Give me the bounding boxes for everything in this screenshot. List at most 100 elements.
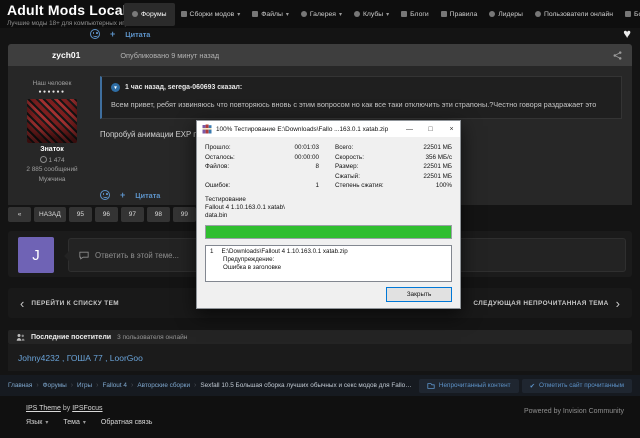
breadcrumb-separator: › [194, 382, 196, 389]
quote-button[interactable]: Цитата [135, 191, 160, 200]
nav-item-leaders[interactable]: Лидеры [483, 7, 529, 22]
chevron-down-icon: ▾ [339, 11, 342, 18]
minimize-button[interactable]: — [401, 121, 418, 137]
page-button-97[interactable]: 97 [121, 207, 144, 222]
stat-label: Ошибок: [205, 181, 263, 191]
close-button[interactable]: Закрыть [386, 287, 452, 302]
language-label: Язык [26, 419, 42, 426]
first-page-button[interactable]: « [8, 207, 31, 222]
theme-select[interactable]: Тема▾ [63, 419, 86, 426]
react-smiley-icon[interactable] [90, 29, 100, 39]
post-author-link[interactable]: zych01 [52, 50, 80, 60]
visitor-link[interactable]: ГОША 77 [67, 353, 103, 363]
quote-attribution: 1 час назад, serega-060693 сказал: [125, 84, 242, 91]
quote-block: ▾ 1 час назад, serega-060693 сказал: Все… [100, 76, 622, 119]
nav-item-more[interactable]: Больше ▾ [619, 7, 640, 22]
unread-content-button[interactable]: Непрочитанный контент [419, 379, 519, 393]
nav-label: Галерея [310, 11, 336, 18]
chevron-down-icon: ▾ [237, 11, 240, 18]
blogs-icon [401, 11, 407, 17]
mod-builds-icon [181, 11, 187, 17]
react-smiley-icon[interactable] [100, 190, 110, 200]
stat-value: 356 МБ/с [405, 153, 452, 163]
nav-item-clubs[interactable]: Клубы ▾ [348, 7, 395, 22]
breadcrumb-fallout4[interactable]: Fallout 4 [102, 382, 127, 389]
page-button-99[interactable]: 99 [173, 207, 196, 222]
powered-by-link[interactable]: Powered by Invision Community [524, 408, 624, 415]
breadcrumb-forums[interactable]: Форумы [43, 382, 67, 389]
breadcrumb-author-builds[interactable]: Авторские сборки [137, 382, 190, 389]
multiquote-button[interactable]: + [120, 191, 125, 200]
reputation-count: 1 474 [49, 157, 65, 164]
stat-value: 00:00:00 [263, 153, 319, 163]
stat-value: 1 [263, 181, 319, 191]
stat-value [263, 172, 319, 182]
feedback-link[interactable]: Обратная связь [101, 419, 153, 426]
reputation-icon [40, 156, 47, 163]
nav-item-gallery[interactable]: Галерея ▾ [295, 7, 348, 22]
heart-reaction-icon[interactable]: ♥ [623, 26, 631, 41]
site-footer: IPS Theme by IPSFocus Язык▾ Тема▾ Обратн… [0, 396, 640, 438]
close-window-button[interactable]: × [443, 121, 460, 137]
quote-button[interactable]: Цитата [125, 30, 150, 39]
author-title: Знаток [8, 146, 96, 153]
breadcrumb-separator: › [131, 382, 133, 389]
page-button-98[interactable]: 98 [147, 207, 170, 222]
post-header: zych01 Опубликовано 9 минут назад [8, 44, 632, 66]
quote-header: ▾ 1 час назад, serega-060693 сказал: [111, 83, 612, 92]
dialog-title: 100% Тестирование E:\Downloads\Fallo ...… [216, 126, 397, 133]
stat-value: 8 [263, 162, 319, 172]
stat-value: 22501 МБ [405, 143, 452, 153]
nav-label: Форумы [141, 11, 167, 18]
back-to-list-label: ПЕРЕЙТИ К СПИСКУ ТЕМ [31, 300, 119, 307]
page-button-96[interactable]: 96 [95, 207, 118, 222]
rules-icon [441, 11, 447, 17]
stat-value: 00:01:03 [263, 143, 319, 153]
ips-theme-link[interactable]: IPS Theme [26, 405, 61, 412]
stat-label: Файлов: [205, 162, 263, 172]
forum-page: Adult Mods Localized Лучшие моды 18+ для… [0, 0, 640, 438]
nav-item-mod-builds[interactable]: Сборки модов ▾ [175, 7, 247, 22]
quote-collapse-icon[interactable]: ▾ [111, 83, 120, 92]
nav-item-files[interactable]: Файлы ▾ [246, 7, 295, 22]
maximize-button[interactable]: □ [422, 121, 439, 137]
breadcrumb-games[interactable]: Игры [77, 382, 92, 389]
nav-item-online-users[interactable]: Пользователи онлайн [529, 7, 619, 22]
current-file-path: Fallout 4 1.10.163.0.1 xatab\ [205, 204, 452, 212]
author-avatar[interactable] [27, 99, 77, 143]
ipsfocus-link[interactable]: IPSFocus [72, 405, 102, 412]
stat-label: Сжатый: [335, 172, 405, 182]
next-unread-topic-link[interactable]: СЛЕДУЮЩАЯ НЕПРОЧИТАННАЯ ТЕМА › [473, 297, 620, 310]
nav-item-blogs[interactable]: Блоги [395, 7, 434, 22]
by-text: by [63, 405, 70, 412]
language-select[interactable]: Язык▾ [26, 419, 48, 426]
nav-label: Блоги [410, 11, 428, 18]
nav-item-forums[interactable]: Форумы [124, 3, 175, 26]
visitor-link[interactable]: LoorGoo [110, 353, 143, 363]
mark-site-read-button[interactable]: ✔ Отметить сайт прочитанным [522, 379, 632, 393]
online-users-icon [535, 11, 541, 17]
visitor-separator: , [60, 353, 67, 363]
reply-bubble-icon [79, 251, 89, 260]
diagnostic-log-list[interactable]: 1 E:\Downloads\Fallout 4 1.10.163.0.1 xa… [205, 245, 452, 282]
stat-label: Прошло: [205, 143, 263, 153]
visitors-header: Последние посетители 3 пользователя онла… [8, 330, 632, 344]
rank-pips: ●●●●●● [8, 89, 96, 95]
page-button-95[interactable]: 95 [69, 207, 92, 222]
share-icon[interactable] [613, 51, 622, 60]
chevron-down-icon: ▾ [83, 419, 86, 426]
post-actions: + Цитата [100, 190, 160, 200]
visitor-link[interactable]: Johny4232 [18, 353, 60, 363]
log-index: 1 [210, 248, 213, 256]
back-button[interactable]: НАЗАД [34, 207, 66, 222]
breadcrumb-separator: › [71, 382, 73, 389]
dialog-titlebar[interactable]: 100% Тестирование E:\Downloads\Fallo ...… [197, 121, 460, 137]
multiquote-button[interactable]: + [110, 30, 115, 39]
check-icon: ✔ [530, 382, 535, 390]
nav-label: Клубы [363, 11, 383, 18]
breadcrumb-home[interactable]: Главная [8, 382, 32, 389]
back-to-topic-list-link[interactable]: ‹ ПЕРЕЙТИ К СПИСКУ ТЕМ [20, 297, 119, 310]
nav-item-rules[interactable]: Правила [435, 7, 484, 22]
post-timestamp: Опубликовано 9 минут назад [120, 51, 219, 60]
files-icon [252, 11, 258, 17]
